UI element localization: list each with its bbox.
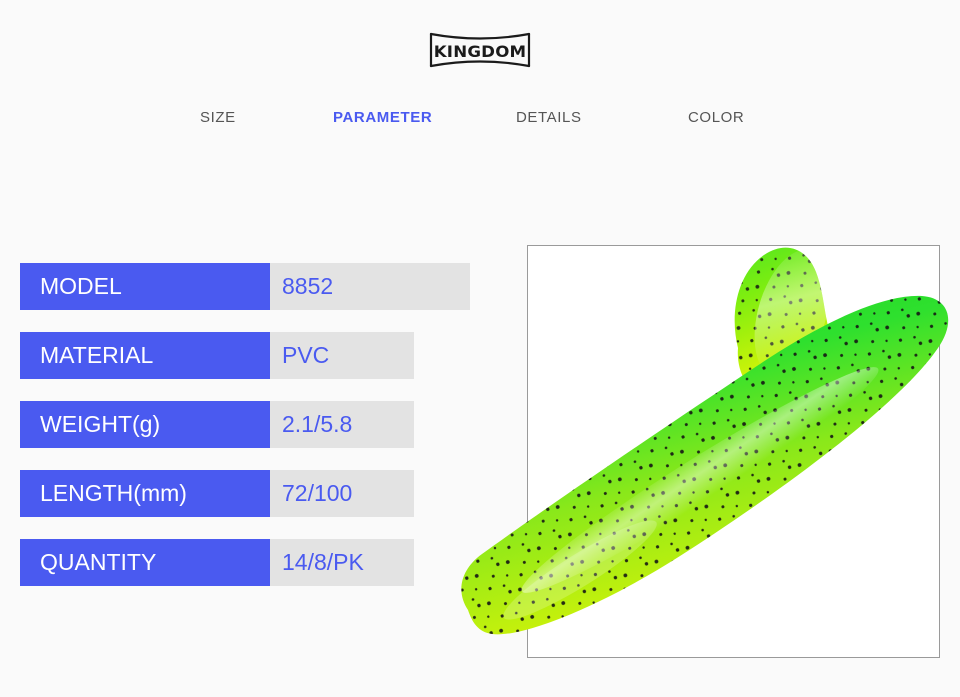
spec-label-text: QUANTITY (40, 549, 157, 575)
spec-value-length: 72/100 (270, 470, 414, 517)
spec-value-model: 8852 (270, 263, 470, 310)
spec-label-material: MATERIAL (20, 332, 270, 379)
spec-label-weight: WEIGHT (g) (20, 401, 270, 448)
table-row: WEIGHT (g) 2.1/5.8 (20, 401, 470, 448)
tab-color[interactable]: COLOR (688, 104, 744, 132)
spec-label-unit: (g) (132, 411, 161, 437)
table-row: QUANTITY 14/8/PK (20, 539, 470, 586)
spec-label-model: MODEL (20, 263, 270, 310)
specification-table: MODEL 8852 MATERIAL PVC WEIGHT (g) 2.1/5… (20, 263, 470, 586)
spec-label-unit: (mm) (133, 480, 187, 506)
spec-label-text: LENGTH (40, 480, 134, 506)
table-row: MODEL 8852 (20, 263, 470, 310)
table-row: MATERIAL PVC (20, 332, 470, 379)
bowtie-arcs-icon: KINGDOM (429, 32, 531, 68)
tab-parameter[interactable]: PARAMETER (333, 104, 432, 132)
spec-label-text: WEIGHT (40, 411, 132, 437)
spec-value-weight: 2.1/5.8 (270, 401, 414, 448)
tab-size[interactable]: SIZE (200, 104, 236, 132)
section-tabs: SIZE PARAMETER DETAILS COLOR (0, 104, 960, 132)
spec-label-text: MATERIAL (40, 342, 154, 368)
spec-value-quantity: 14/8/PK (270, 539, 414, 586)
table-row: LENGTH (mm) 72/100 (20, 470, 470, 517)
spec-label-text: MODEL (40, 273, 122, 299)
tab-details[interactable]: DETAILS (516, 104, 582, 132)
brand-logo: KINGDOM (0, 32, 960, 68)
spec-value-material: PVC (270, 332, 414, 379)
spec-label-quantity: QUANTITY (20, 539, 270, 586)
product-image-panel (527, 245, 940, 658)
logo-wordmark: KINGDOM (434, 42, 527, 61)
spec-label-length: LENGTH (mm) (20, 470, 270, 517)
kingdom-logo-mark: KINGDOM (425, 32, 535, 68)
